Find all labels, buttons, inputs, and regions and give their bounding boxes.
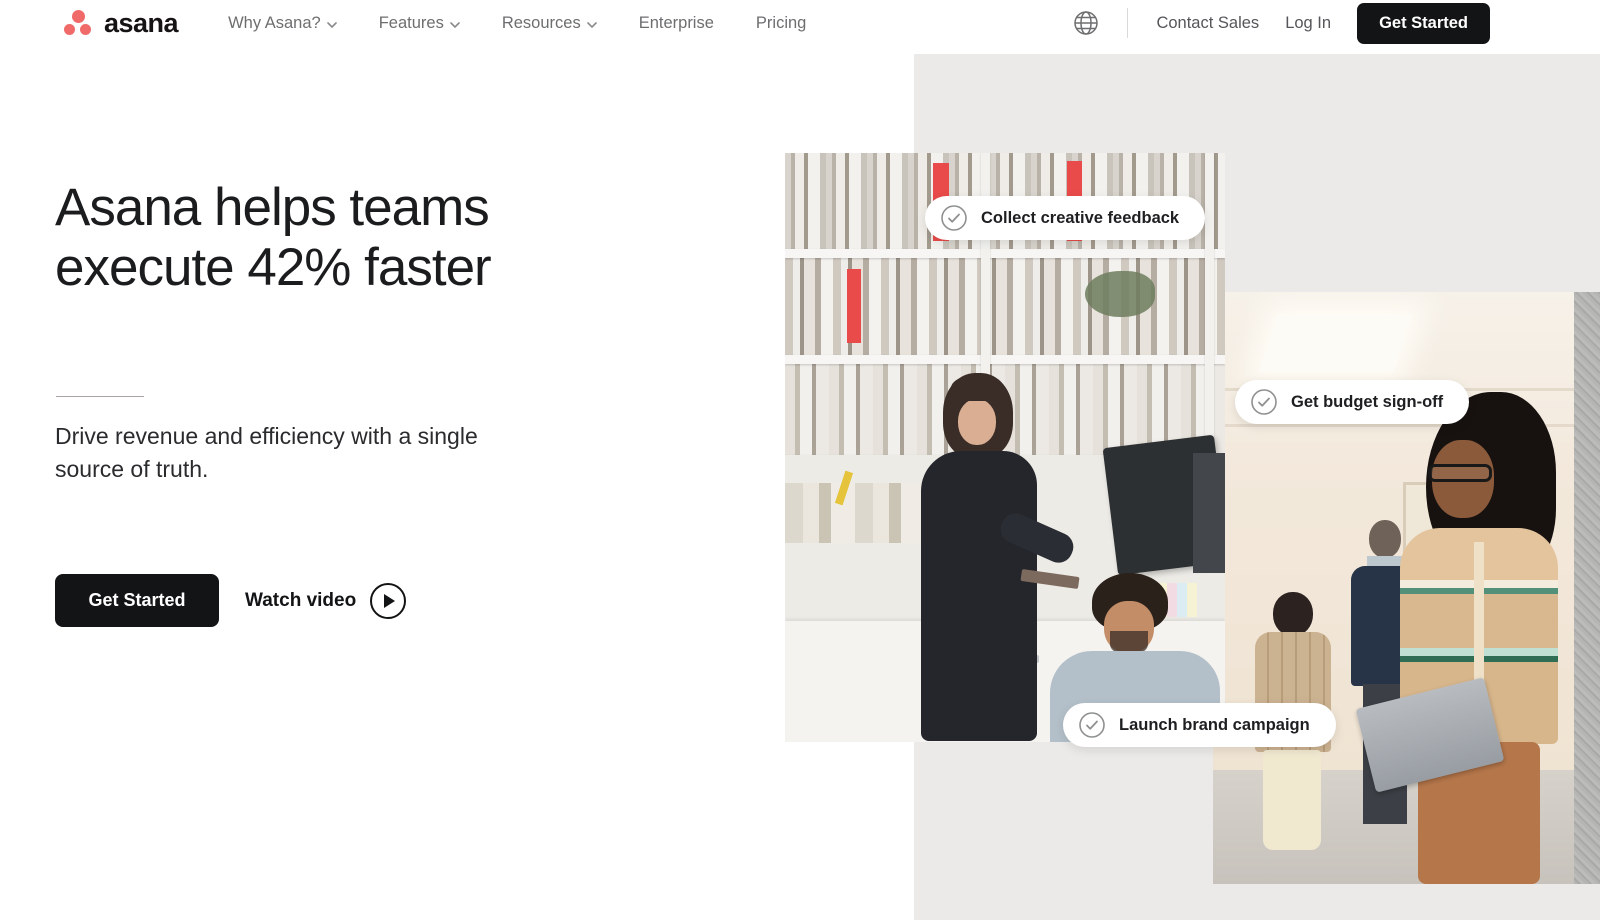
check-circle-icon: [1079, 712, 1105, 738]
task-badge-get-budget-sign-off: Get budget sign-off: [1235, 380, 1470, 424]
hero-cta-row: Get Started Watch video: [55, 574, 407, 627]
asana-wordmark: asana: [104, 7, 179, 38]
login-link[interactable]: Log In: [1285, 14, 1331, 33]
contact-sales-link[interactable]: Contact Sales: [1156, 14, 1259, 33]
top-navigation: asana Why Asana? Features Resources Ente…: [0, 0, 1600, 54]
hero-get-started-button[interactable]: Get Started: [55, 574, 219, 627]
chevron-down-icon: [450, 21, 460, 28]
person-woman-with-laptop: [1355, 392, 1580, 884]
task-badge-collect-creative-feedback: Collect creative feedback: [925, 196, 1206, 240]
hero-divider-line: [56, 396, 144, 397]
task-badge-label: Launch brand campaign: [1119, 715, 1310, 734]
task-badge-label: Collect creative feedback: [981, 208, 1180, 227]
plant-decoration: [1085, 271, 1155, 317]
skylight: [1258, 314, 1413, 372]
hero-heading: Asana helps teams execute 42% faster: [55, 178, 595, 299]
nav-item-features[interactable]: Features: [379, 14, 460, 33]
play-circle-icon: [370, 582, 407, 619]
hero-subtext: Drive revenue and efficiency with a sing…: [55, 423, 478, 483]
nav-item-why-asana[interactable]: Why Asana?: [228, 14, 337, 33]
chevron-down-icon: [326, 21, 337, 28]
check-circle-icon: [1251, 389, 1277, 415]
hero-heading-line2: execute 42% faster: [55, 238, 492, 298]
asana-logo-icon: [64, 9, 94, 37]
nav-get-started-button[interactable]: Get Started: [1357, 2, 1490, 44]
task-badge-label: Get budget sign-off: [1291, 392, 1444, 411]
nav-item-enterprise[interactable]: Enterprise: [639, 14, 714, 33]
asana-landing-page: asana Why Asana? Features Resources Ente…: [0, 0, 1600, 920]
watch-video-label: Watch video: [245, 589, 357, 611]
hero-heading-line1: Asana helps teams: [55, 178, 490, 237]
primary-nav: Why Asana? Features Resources Enterprise…: [228, 14, 806, 33]
watch-video-button[interactable]: Watch video: [245, 582, 407, 619]
check-circle-icon: [941, 205, 967, 231]
nav-item-resources[interactable]: Resources: [502, 14, 597, 33]
concrete-pillar: [1574, 292, 1600, 884]
glasses: [1428, 464, 1492, 482]
task-badge-launch-brand-campaign: Launch brand campaign: [1063, 703, 1336, 747]
nav-utility-group: Contact Sales Log In Get Started: [1073, 2, 1490, 44]
chevron-down-icon: [586, 21, 597, 28]
nav-divider: [1127, 8, 1129, 38]
asana-logo[interactable]: asana: [64, 7, 179, 38]
nav-item-pricing[interactable]: Pricing: [756, 14, 806, 33]
hero-photo-studio: [785, 153, 1225, 742]
globe-icon[interactable]: [1073, 10, 1099, 36]
